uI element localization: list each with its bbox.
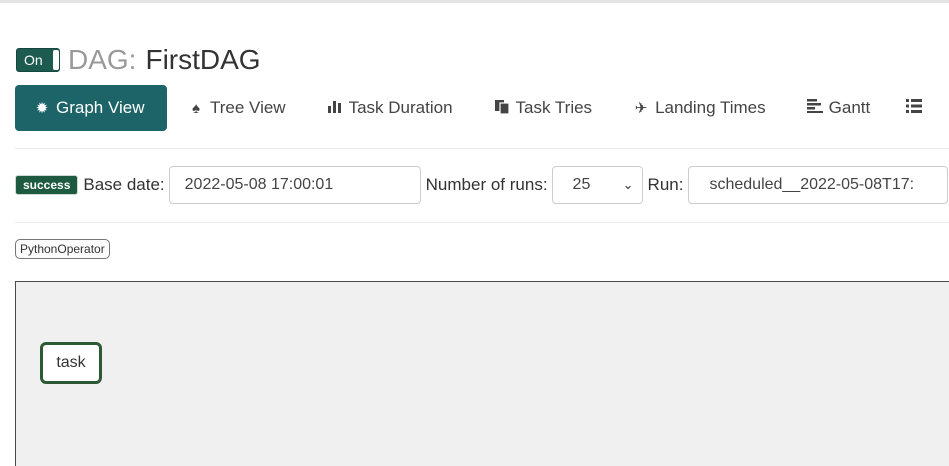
divider	[15, 222, 949, 223]
toggle-knob	[53, 50, 59, 70]
task-node[interactable]: task	[40, 342, 102, 384]
operator-label: PythonOperator	[20, 242, 105, 256]
sun-icon: ✹	[35, 100, 49, 117]
tab-tree-view[interactable]: ♠ Tree View	[187, 85, 286, 131]
tab-landing-times[interactable]: ✈ Landing Times	[632, 85, 766, 131]
tab-label: Tree View	[210, 98, 286, 117]
tab-label: Task Tries	[515, 98, 593, 117]
num-runs-select[interactable]: 25 ⌄	[551, 166, 643, 204]
tab-details[interactable]	[905, 85, 928, 131]
chevron-down-icon: ⌄	[622, 177, 634, 192]
base-date-input[interactable]: 2022-05-08 17:00:01	[168, 166, 421, 204]
tab-gantt[interactable]: Gantt	[806, 85, 871, 131]
base-date-value: 2022-05-08 17:00:01	[184, 176, 334, 193]
run-select[interactable]: scheduled__2022-05-08T17:	[688, 166, 949, 204]
list-icon	[905, 99, 923, 117]
run-value: scheduled__2022-05-08T17:	[709, 176, 915, 193]
toggle-label: On	[24, 52, 43, 68]
dag-title: FirstDAG	[145, 44, 261, 75]
tab-label: Task Duration	[348, 98, 453, 117]
tab-task-duration[interactable]: Task Duration	[326, 85, 453, 131]
dag-pause-toggle[interactable]: On	[16, 48, 60, 72]
status-badge: success	[15, 175, 79, 195]
tab-graph-view[interactable]: ✹ Graph View	[15, 85, 167, 131]
bar-chart-icon	[326, 99, 344, 117]
run-controls: success Base date: 2022-05-08 17:00:01 N…	[15, 166, 949, 204]
top-border	[0, 0, 949, 3]
dag-header: On DAG: FirstDAG	[16, 42, 261, 78]
divider	[15, 148, 949, 149]
tab-label: Gantt	[828, 98, 871, 117]
run-label: Run:	[647, 175, 684, 194]
num-runs-value: 25	[572, 176, 591, 193]
tab-label: Graph View	[56, 98, 145, 117]
tab-task-tries[interactable]: Task Tries	[493, 85, 593, 131]
plane-icon: ✈	[634, 100, 648, 117]
graph-canvas[interactable]: task	[15, 281, 949, 466]
tab-label: Landing Times	[655, 98, 766, 117]
tree-icon: ♠	[192, 99, 200, 117]
num-runs-label: Number of runs:	[425, 175, 548, 194]
view-tabs: ✹ Graph View ♠ Tree View Task Duration T…	[15, 85, 928, 131]
base-date-label: Base date:	[83, 175, 165, 194]
task-node-label: task	[56, 354, 86, 371]
operator-legend-python: PythonOperator	[15, 239, 110, 259]
dag-prefix: DAG:	[68, 44, 137, 75]
align-left-icon	[806, 99, 824, 117]
duplicate-icon	[493, 99, 511, 118]
